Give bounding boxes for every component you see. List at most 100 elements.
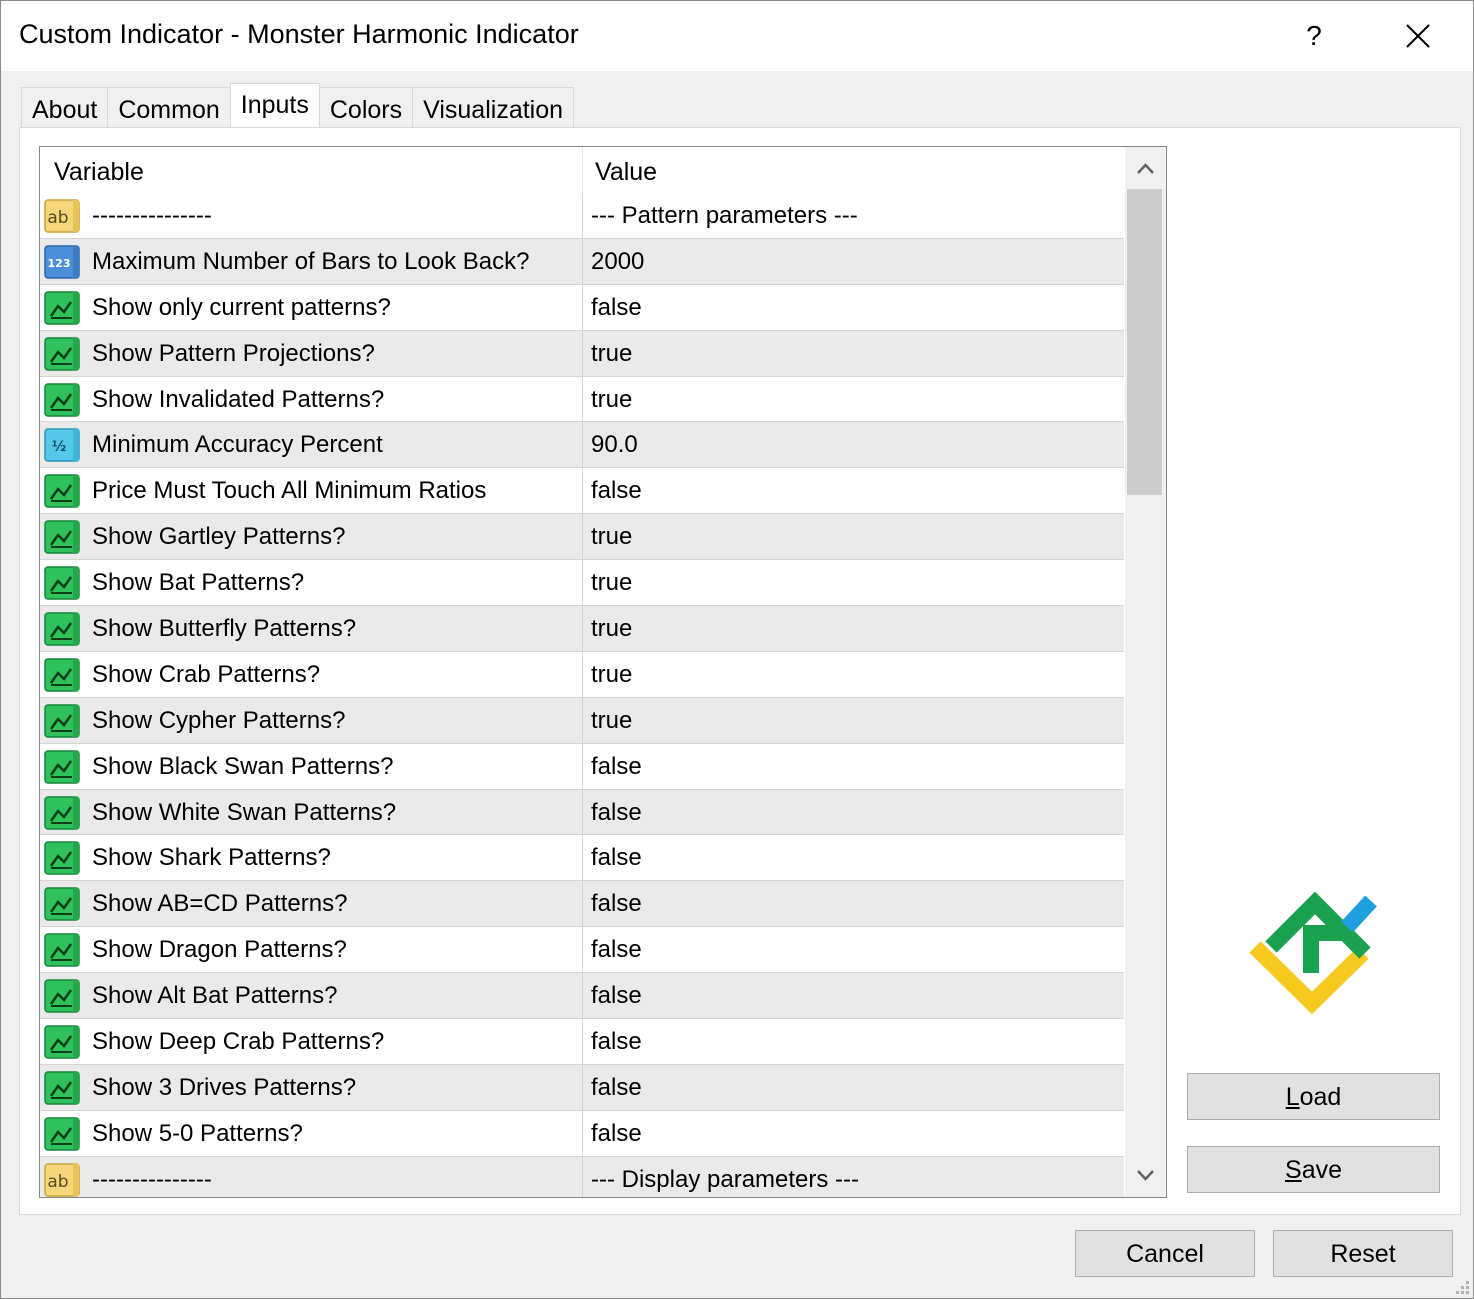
grid-row[interactable]: Show Gartley Patterns? true	[40, 514, 1124, 561]
grid-row[interactable]: Show Pattern Projections? true	[40, 330, 1124, 377]
grid-row[interactable]: Show Shark Patterns? false	[40, 835, 1124, 882]
variable-label: Show Bat Patterns?	[92, 569, 305, 597]
scroll-thumb[interactable]	[1127, 189, 1162, 495]
grid-row[interactable]: ab --------------- --- Pattern parameters …	[40, 193, 1124, 239]
value-cell[interactable]: false	[583, 1111, 1124, 1156]
boolean-icon	[44, 703, 82, 739]
variable-cell: Show only current patterns?	[40, 284, 583, 330]
grid-rows: ab --------------- --- Pattern parameters …	[40, 193, 1124, 1197]
value-cell[interactable]: false	[583, 790, 1124, 835]
variable-label: Show Gartley Patterns?	[92, 523, 346, 551]
reset-button[interactable]: Reset	[1273, 1230, 1453, 1277]
value-cell[interactable]: false	[583, 973, 1124, 1018]
scroll-down-button[interactable]	[1125, 1155, 1166, 1195]
value-cell[interactable]: false	[583, 468, 1124, 513]
variable-label: Show only current patterns?	[92, 293, 391, 321]
grid-row[interactable]: Show White Swan Patterns? false	[40, 789, 1124, 836]
double-v2-icon: ½	[44, 427, 82, 463]
variable-cell: Show 3 Drives Patterns?	[40, 1064, 583, 1110]
grid-row[interactable]: Price Must Touch All Minimum Ratios false	[40, 468, 1124, 515]
string-ab-icon: ab	[44, 198, 82, 234]
tab-about[interactable]: About	[21, 87, 109, 129]
grid-row[interactable]: 123 Maximum Number of Bars to Look Back? 2…	[40, 238, 1124, 285]
tab-strip: About Common Inputs Colors Visualization	[21, 83, 575, 129]
grid-row[interactable]: Show Bat Patterns? true	[40, 560, 1124, 607]
value-cell[interactable]: true	[583, 560, 1124, 605]
title-bar: Custom Indicator - Monster Harmonic Indi…	[1, 1, 1473, 71]
grid-row[interactable]: Show Invalidated Patterns? true	[40, 376, 1124, 423]
header-value[interactable]: Value	[583, 147, 1124, 193]
boolean-icon	[44, 1070, 82, 1106]
tab-visualization[interactable]: Visualization	[412, 87, 575, 129]
header-variable[interactable]: Variable	[40, 147, 583, 193]
value-cell[interactable]: true	[583, 698, 1124, 743]
value-cell[interactable]: false	[583, 1019, 1124, 1064]
help-button[interactable]: ?	[1291, 9, 1337, 63]
value-cell[interactable]: 90.0	[583, 422, 1124, 467]
value-cell[interactable]: --- Display parameters ---	[583, 1157, 1124, 1197]
value-cell[interactable]: true	[583, 606, 1124, 651]
grid-row[interactable]: Show Crab Patterns? true	[40, 651, 1124, 698]
variable-cell: Show 5-0 Patterns?	[40, 1110, 583, 1156]
value-cell[interactable]: false	[583, 881, 1124, 926]
value-cell[interactable]: false	[583, 927, 1124, 972]
grid-row[interactable]: Show Dragon Patterns? false	[40, 927, 1124, 974]
custom-indicator-dialog: Custom Indicator - Monster Harmonic Indi…	[0, 0, 1474, 1299]
value-cell[interactable]: false	[583, 835, 1124, 880]
variable-label: ---------------	[92, 202, 212, 229]
variable-label: ---------------	[92, 1165, 212, 1193]
grid-row[interactable]: Show 3 Drives Patterns? false	[40, 1064, 1124, 1111]
value-cell[interactable]: 2000	[583, 239, 1124, 284]
grid-row[interactable]: ab --------------- --- Display parameters …	[40, 1156, 1124, 1197]
value-cell[interactable]: false	[583, 744, 1124, 789]
value-cell[interactable]: true	[583, 652, 1124, 697]
value-cell[interactable]: true	[583, 331, 1124, 376]
value-cell[interactable]: true	[583, 377, 1124, 422]
variable-label: Show Black Swan Patterns?	[92, 752, 394, 780]
variable-cell: Show Dragon Patterns?	[40, 927, 583, 973]
grid-row[interactable]: Show 5-0 Patterns? false	[40, 1110, 1124, 1157]
variable-label: Show Butterfly Patterns?	[92, 615, 357, 643]
vertical-scrollbar[interactable]	[1125, 147, 1166, 1197]
variable-label: Show White Swan Patterns?	[92, 798, 397, 826]
chevron-up-icon	[1137, 163, 1154, 174]
grid-header: Variable Value	[40, 147, 1124, 193]
variable-cell: Show White Swan Patterns?	[40, 789, 583, 835]
boolean-icon	[44, 1116, 82, 1152]
boolean-icon	[44, 290, 82, 326]
close-icon	[1406, 24, 1430, 48]
tab-inputs[interactable]: Inputs	[229, 83, 320, 127]
resize-grip-icon[interactable]	[1453, 1278, 1471, 1296]
grid-row[interactable]: Show Black Swan Patterns? false	[40, 743, 1124, 790]
grid-row[interactable]: Show AB=CD Patterns? false	[40, 881, 1124, 928]
variable-label: Show Shark Patterns?	[92, 844, 331, 872]
scroll-up-button[interactable]	[1125, 149, 1166, 189]
variable-cell: Show Deep Crab Patterns?	[40, 1019, 583, 1065]
boolean-icon	[44, 932, 82, 968]
variable-label: Show Deep Crab Patterns?	[92, 1028, 385, 1056]
grid-row[interactable]: Show Butterfly Patterns? true	[40, 606, 1124, 652]
tab-colors[interactable]: Colors	[318, 87, 414, 129]
variable-cell: Price Must Touch All Minimum Ratios	[40, 468, 583, 514]
cancel-button[interactable]: Cancel	[1075, 1230, 1255, 1277]
grid-row[interactable]: Show Deep Crab Patterns? false	[40, 1019, 1124, 1065]
grid-row[interactable]: Show only current patterns? false	[40, 284, 1124, 331]
grid-row[interactable]: Show Alt Bat Patterns? false	[40, 973, 1124, 1020]
variable-label: Show Dragon Patterns?	[92, 936, 347, 964]
variable-label: Show AB=CD Patterns?	[92, 890, 348, 918]
value-cell[interactable]: --- Pattern parameters ---	[583, 193, 1124, 238]
value-cell[interactable]: false	[583, 285, 1124, 330]
load-button[interactable]: Load	[1187, 1073, 1440, 1120]
window-title: Custom Indicator - Monster Harmonic Indi…	[19, 19, 579, 49]
save-button[interactable]: Save	[1187, 1146, 1440, 1193]
value-cell[interactable]: false	[583, 1065, 1124, 1110]
variable-cell: Show Cypher Patterns?	[40, 697, 583, 743]
grid-row[interactable]: Show Cypher Patterns? true	[40, 697, 1124, 744]
value-cell[interactable]: true	[583, 514, 1124, 559]
variable-label: Show Invalidated Patterns?	[92, 385, 385, 413]
variable-cell: Show Gartley Patterns?	[40, 514, 583, 560]
variable-label: Show 3 Drives Patterns?	[92, 1073, 357, 1101]
grid-row[interactable]: ½ Minimum Accuracy Percent 90.0	[40, 422, 1124, 469]
tab-common[interactable]: Common	[107, 87, 231, 129]
close-button[interactable]	[1391, 9, 1445, 63]
